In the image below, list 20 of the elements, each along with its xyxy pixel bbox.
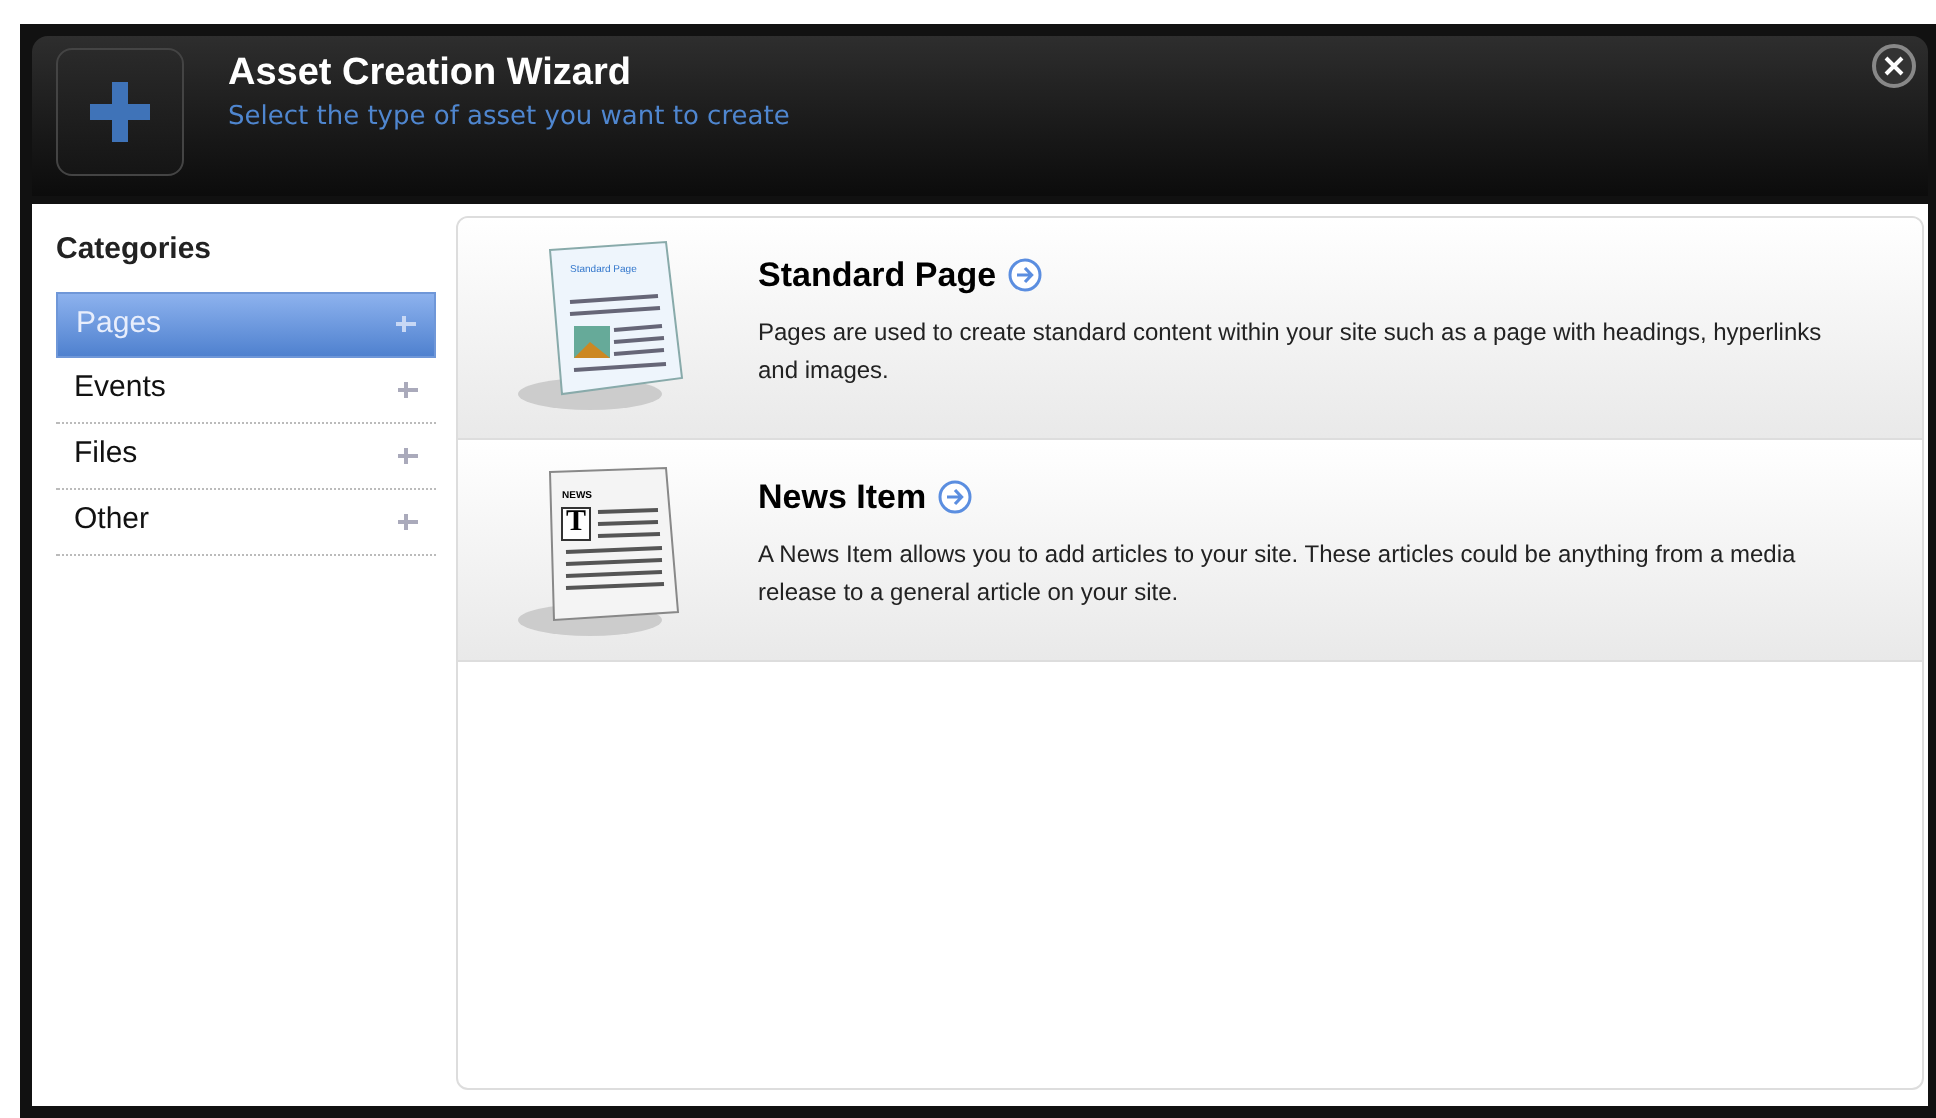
category-item[interactable]: Events [56, 357, 436, 423]
close-button[interactable] [1872, 44, 1916, 88]
grip-icon [398, 447, 418, 463]
asset-description: A News Item allows you to add articles to your site. These articles could be anything from a media release to a general article on your site. [758, 537, 1798, 609]
grip-icon [398, 381, 418, 397]
dialog-title: Asset Creation Wizard [228, 50, 633, 98]
arrow-circle-icon [938, 480, 973, 515]
arrow-circle-icon [1008, 258, 1043, 293]
close-icon [1884, 56, 1904, 76]
grip-icon [398, 513, 418, 529]
asset-title: Standard Page [758, 254, 997, 298]
asset-title: News Item [758, 476, 927, 520]
category-item[interactable]: Files [56, 423, 436, 489]
grip-icon [396, 316, 416, 332]
asset-description: Pages are used to create standard content within your site such as a page with headings, hyperlinks and images. [758, 315, 1824, 387]
icon-letter: T [566, 508, 587, 538]
category-item[interactable]: Other [56, 489, 436, 555]
dialog-subtitle: Select the type of asset you want to create [228, 100, 790, 136]
plus-icon [56, 48, 184, 176]
sidebar-heading: Categories [56, 230, 214, 270]
